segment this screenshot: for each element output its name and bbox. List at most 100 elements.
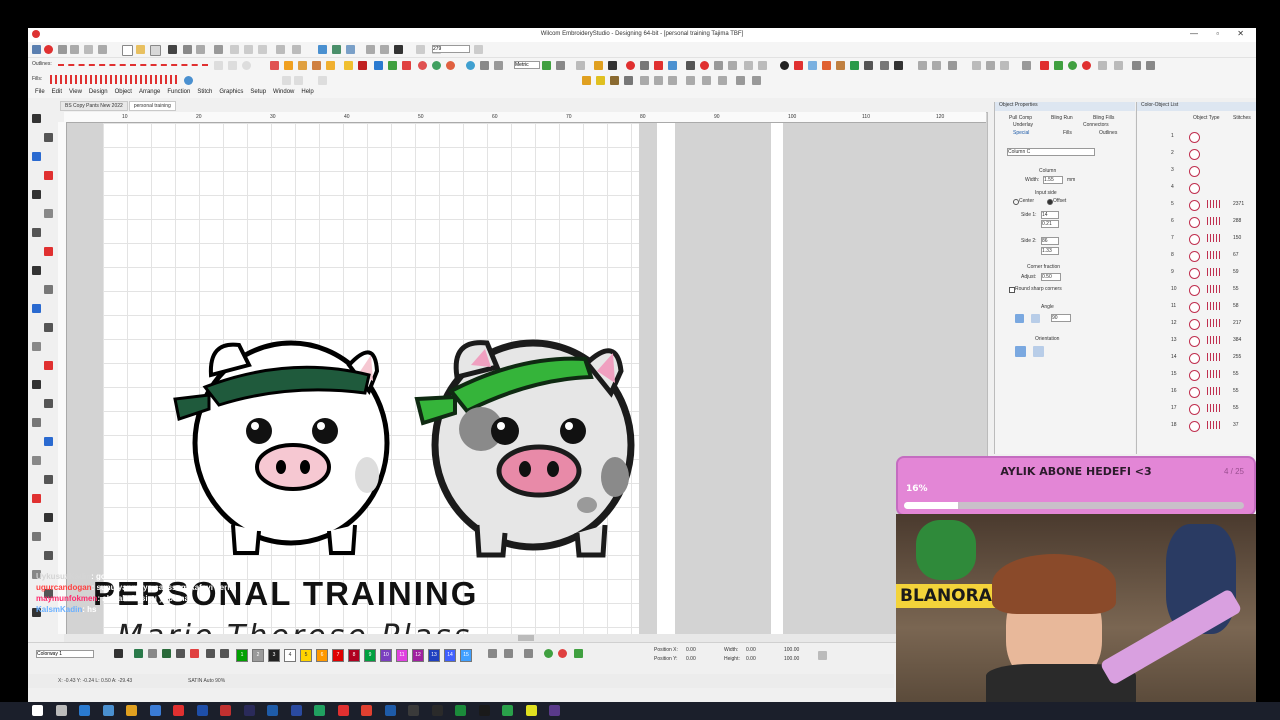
taskbar-app-icon[interactable] — [408, 705, 419, 716]
menu-stitch[interactable]: Stitch — [197, 89, 212, 95]
print-preview-icon[interactable] — [196, 45, 205, 54]
forward-icon[interactable] — [394, 45, 403, 54]
orientation-icon[interactable] — [1015, 346, 1026, 357]
scrollbar-thumb[interactable] — [518, 635, 534, 641]
taskbar-app-icon[interactable] — [173, 705, 184, 716]
home-icon[interactable] — [32, 45, 41, 54]
tool-icon[interactable] — [374, 61, 383, 70]
tool-icon[interactable] — [44, 437, 53, 446]
height-percent-field[interactable]: 100.00 — [784, 656, 799, 663]
orientation-icon[interactable] — [1033, 346, 1044, 357]
list-item[interactable]: 4 — [1141, 181, 1253, 195]
position-x-field[interactable]: 0.00 — [686, 647, 696, 654]
stitch-player-icon[interactable] — [318, 45, 327, 54]
units-select[interactable]: Metric — [514, 61, 540, 69]
side1-mm-field[interactable]: 0.21 — [1041, 220, 1059, 228]
taskbar-app-icon[interactable] — [196, 705, 208, 716]
list-item[interactable]: 2 — [1141, 147, 1253, 161]
tool-icon[interactable] — [388, 61, 397, 70]
tool-icon[interactable] — [98, 45, 107, 54]
tool-icon[interactable] — [318, 76, 327, 85]
tool-icon[interactable] — [44, 247, 53, 256]
tool-icon[interactable] — [714, 61, 723, 70]
angle-preset-icon[interactable] — [1031, 314, 1040, 323]
tool-icon[interactable] — [1068, 61, 1077, 70]
tool-icon[interactable] — [736, 76, 745, 85]
tab-special[interactable]: Special — [1013, 130, 1029, 136]
tab-pull-comp[interactable]: Pull Comp — [1009, 115, 1032, 121]
list-item[interactable]: 15 55 — [1141, 368, 1253, 382]
tool-icon[interactable] — [504, 649, 513, 658]
tool-icon[interactable] — [686, 61, 695, 70]
tool-icon[interactable] — [744, 61, 753, 70]
slow-redraw-icon[interactable] — [346, 45, 355, 54]
wilcom-icon[interactable] — [44, 45, 53, 54]
tool-icon[interactable] — [44, 323, 53, 332]
tool-icon[interactable] — [134, 649, 143, 658]
tool-icon[interactable] — [44, 513, 53, 522]
side2-percent-field[interactable]: 86 — [1041, 237, 1059, 245]
tool-icon[interactable] — [228, 61, 237, 70]
tool-icon[interactable] — [1146, 61, 1155, 70]
menu-file[interactable]: File — [35, 89, 45, 95]
tool-icon[interactable] — [1082, 61, 1091, 70]
taskbar-app-icon[interactable] — [455, 705, 466, 716]
tool-icon[interactable] — [864, 61, 873, 70]
tab-connectors[interactable]: Connectors — [1083, 122, 1109, 128]
taskbar-app-icon[interactable] — [267, 705, 278, 716]
taskbar-app-icon[interactable] — [337, 705, 349, 716]
tool-icon[interactable] — [32, 114, 41, 123]
tool-icon[interactable] — [582, 76, 591, 85]
open-icon[interactable] — [150, 45, 161, 56]
tool-icon[interactable] — [822, 61, 831, 70]
tool-icon[interactable] — [488, 649, 497, 658]
palette-color-swatch[interactable]: 8 — [348, 649, 360, 662]
palette-color-swatch[interactable]: 3 — [268, 649, 280, 662]
tool-icon[interactable] — [44, 133, 53, 142]
export-icon[interactable] — [214, 45, 223, 54]
tool-icon[interactable] — [728, 61, 737, 70]
tab-bs-copy[interactable]: BS Copy Pants New 2022 — [60, 101, 128, 111]
palette-color-swatch[interactable]: 7 — [332, 649, 344, 662]
taskbar-app-icon[interactable] — [525, 705, 537, 716]
tool-icon[interactable] — [298, 61, 307, 70]
tool-icon[interactable] — [32, 494, 41, 503]
tool-icon[interactable] — [380, 45, 389, 54]
tool-icon[interactable] — [32, 418, 41, 427]
tool-icon[interactable] — [524, 649, 533, 658]
taskbar-app-icon[interactable] — [149, 705, 161, 716]
tool-icon[interactable] — [44, 551, 53, 560]
tab-personal-training[interactable]: personal training — [128, 101, 176, 111]
tool-icon[interactable] — [972, 61, 981, 70]
tab-bling-run[interactable]: Bling Run — [1051, 115, 1073, 121]
tool-icon[interactable] — [148, 649, 157, 658]
palette-color-swatch[interactable]: 1 — [236, 649, 248, 662]
tool-icon[interactable] — [402, 61, 411, 70]
width-field[interactable]: 0.00 — [746, 647, 756, 654]
palette-color-swatch[interactable]: 12 — [412, 649, 424, 662]
taskbar-app-icon[interactable] — [361, 705, 372, 716]
save-icon[interactable] — [168, 45, 177, 54]
tool-icon[interactable] — [880, 61, 889, 70]
tool-icon[interactable] — [114, 649, 123, 658]
add-icon[interactable] — [206, 649, 215, 658]
tool-icon[interactable] — [752, 76, 761, 85]
taskbar-app-icon[interactable] — [243, 705, 255, 716]
tool-icon[interactable] — [32, 456, 41, 465]
tool-icon[interactable] — [44, 361, 53, 370]
list-item[interactable]: 13 384 — [1141, 334, 1253, 348]
info-icon[interactable] — [780, 61, 789, 70]
tool-icon[interactable] — [84, 45, 93, 54]
menu-edit[interactable]: Edit — [52, 89, 62, 95]
list-item[interactable]: 17 55 — [1141, 402, 1253, 416]
palette-color-swatch[interactable]: 11 — [396, 649, 408, 662]
cut-icon[interactable] — [230, 45, 239, 54]
list-item[interactable]: 9 59 — [1141, 266, 1253, 280]
list-item[interactable]: 5 2371 — [1141, 198, 1253, 212]
tool-icon[interactable] — [542, 61, 551, 70]
height-field[interactable]: 0.00 — [746, 656, 756, 663]
adjust-field[interactable]: 0.50 — [1041, 273, 1061, 281]
palette-color-swatch[interactable]: 10 — [380, 649, 392, 662]
tool-icon[interactable] — [794, 61, 803, 70]
taskbar-app-icon[interactable] — [102, 705, 114, 716]
